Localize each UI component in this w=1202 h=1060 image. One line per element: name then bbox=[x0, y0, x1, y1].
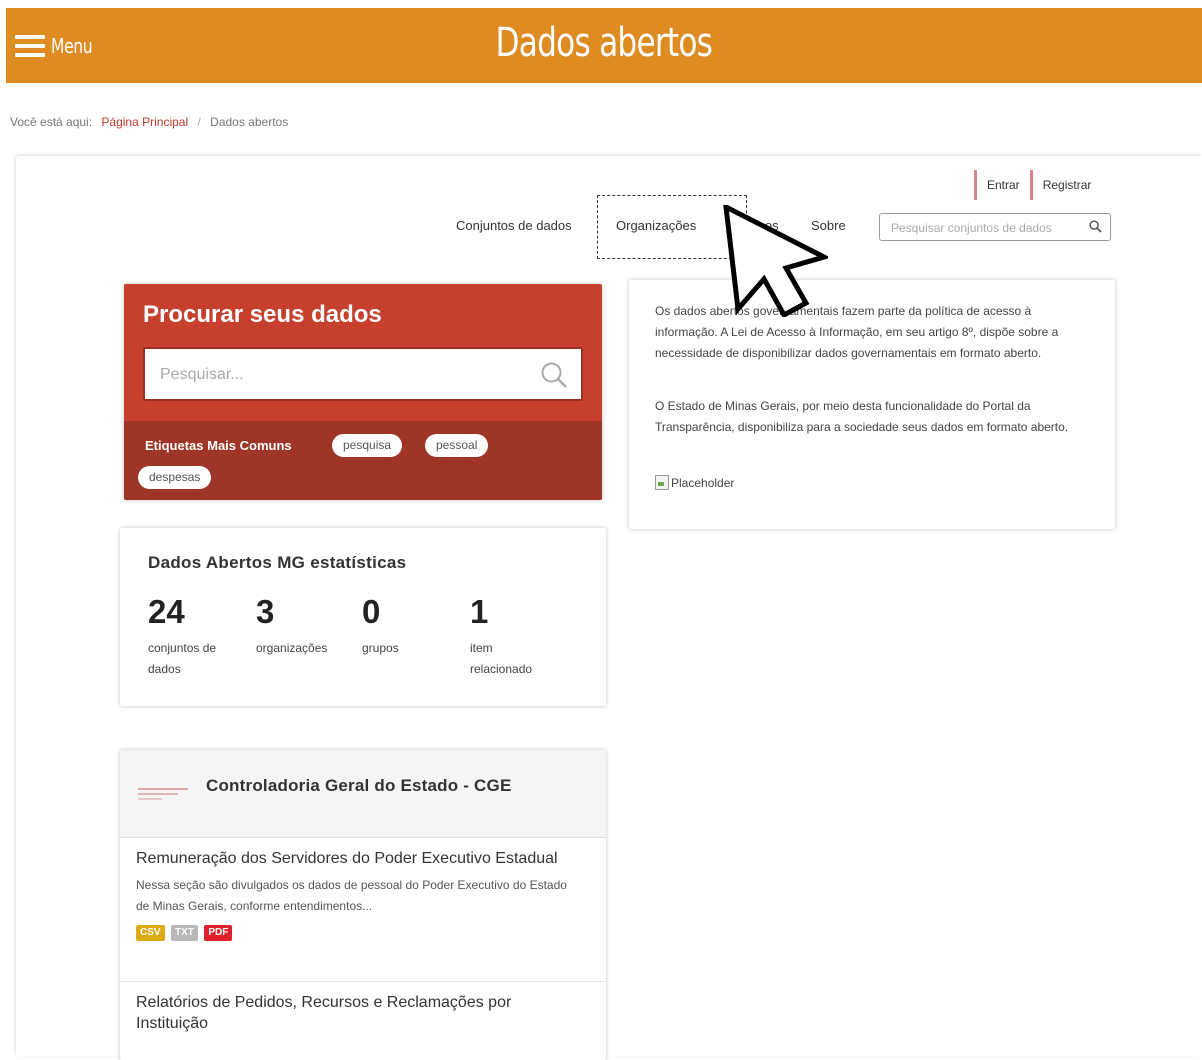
tag-pesquisa[interactable]: pesquisa bbox=[332, 434, 403, 457]
breadcrumb-current: Dados abertos bbox=[210, 115, 289, 129]
hero-title: Procurar seus dados bbox=[143, 301, 382, 328]
stat-datasets[interactable]: 24 conjuntos de dados bbox=[148, 592, 248, 680]
tag-pessoal[interactable]: pessoal bbox=[425, 434, 489, 457]
site-title: Dados abertos bbox=[495, 20, 713, 66]
hero-top: Procurar seus dados bbox=[124, 284, 602, 421]
hero-search-input[interactable] bbox=[158, 351, 532, 399]
breadcrumb-separator: / bbox=[197, 115, 201, 129]
placeholder-image: Placeholder bbox=[655, 475, 734, 490]
organization-name: Controladoria Geral do Estado - CGE bbox=[206, 776, 512, 795]
stat-label: organizações bbox=[256, 641, 328, 655]
top-header-bar: Menu Dados abertos bbox=[6, 8, 1202, 83]
nav-item-datasets[interactable]: Conjuntos de dados bbox=[456, 218, 572, 233]
register-link[interactable]: Registrar bbox=[1029, 170, 1102, 200]
info-paragraph-2: O Estado de Minas Gerais, por meio desta… bbox=[655, 399, 1069, 434]
hero-tags-area: Etiquetas Mais Comuns pesquisa pessoal d… bbox=[124, 421, 602, 500]
organization-card: Controladoria Geral do Estado - CGE Remu… bbox=[120, 750, 606, 1060]
dataset-formats: CSV TXT PDF bbox=[136, 922, 576, 941]
search-icon[interactable] bbox=[540, 361, 568, 389]
broken-image-icon bbox=[655, 475, 669, 490]
hero-search-box bbox=[143, 347, 583, 401]
organization-header[interactable]: Controladoria Geral do Estado - CGE bbox=[120, 750, 606, 838]
stat-organizations[interactable]: 3 organizações bbox=[256, 592, 356, 659]
popular-tags-label: Etiquetas Mais Comuns bbox=[145, 438, 292, 453]
stat-label: grupos bbox=[362, 641, 399, 655]
dataset-title[interactable]: Relatórios de Pedidos, Recursos e Reclam… bbox=[136, 992, 576, 1034]
organization-logo bbox=[138, 786, 190, 802]
format-badge-csv[interactable]: CSV bbox=[136, 925, 165, 941]
dataset-search-input[interactable] bbox=[889, 215, 1093, 241]
about-info-card: Os dados abertos governamentais fazem pa… bbox=[629, 280, 1115, 529]
dataset-item[interactable]: Relatórios de Pedidos, Recursos e Reclam… bbox=[136, 992, 576, 1034]
mouse-pointer-icon bbox=[723, 205, 828, 317]
dataset-description: Nessa seção são divulgados os dados de p… bbox=[136, 878, 567, 913]
dataset-search-box bbox=[879, 213, 1111, 241]
stats-title: Dados Abertos MG estatísticas bbox=[148, 553, 407, 572]
stat-label: item relacionado bbox=[470, 641, 533, 676]
placeholder-alt-text: Placeholder bbox=[671, 475, 735, 490]
stats-card: Dados Abertos MG estatísticas 24 conjunt… bbox=[120, 528, 606, 706]
stat-groups[interactable]: 0 grupos bbox=[362, 592, 462, 659]
dataset-divider bbox=[120, 981, 606, 982]
account-links: Entrar Registrar bbox=[974, 170, 1101, 200]
dataset-item[interactable]: Remuneração dos Servidores do Poder Exec… bbox=[136, 848, 576, 941]
breadcrumb-prefix: Você está aqui: bbox=[10, 115, 93, 129]
stat-related-items[interactable]: 1 item relacionado bbox=[470, 592, 570, 680]
stat-label: conjuntos de dados bbox=[148, 641, 217, 676]
format-badge-pdf[interactable]: PDF bbox=[204, 925, 233, 941]
breadcrumb-home-link[interactable]: Página Principal bbox=[101, 115, 188, 129]
tag-despesas[interactable]: despesas bbox=[138, 466, 212, 489]
stat-value: 24 bbox=[148, 593, 185, 630]
stat-value: 0 bbox=[362, 593, 381, 630]
search-icon[interactable] bbox=[1089, 220, 1102, 233]
breadcrumb: Você está aqui: Página Principal / Dados… bbox=[10, 115, 288, 129]
stat-value: 3 bbox=[256, 593, 275, 630]
login-link[interactable]: Entrar bbox=[974, 170, 1030, 200]
dataset-title[interactable]: Remuneração dos Servidores do Poder Exec… bbox=[136, 848, 576, 869]
stat-value: 1 bbox=[470, 593, 489, 630]
format-badge-txt[interactable]: TXT bbox=[171, 925, 198, 941]
search-hero-card: Procurar seus dados Etiquetas Mais Comun… bbox=[124, 284, 602, 500]
